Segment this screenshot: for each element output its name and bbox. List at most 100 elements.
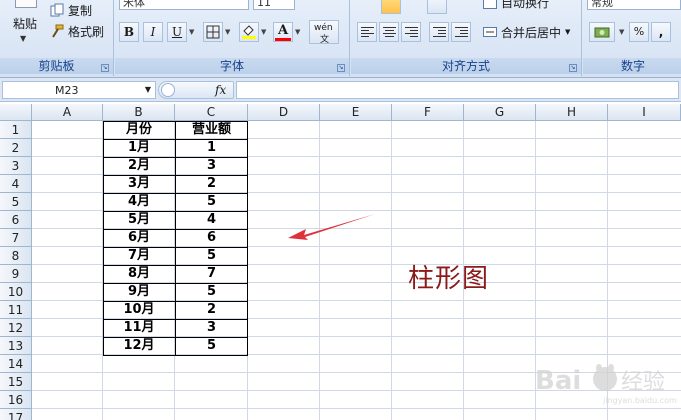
column-header-b[interactable]: B [103, 104, 175, 121]
orientation-button[interactable] [427, 0, 447, 14]
table-header-cell[interactable]: 营业额 [175, 121, 248, 139]
row-header-12[interactable]: 12 [0, 319, 32, 337]
column-header-i[interactable]: I [608, 104, 681, 121]
column-header-d[interactable]: D [248, 104, 320, 121]
table-cell[interactable]: 9月 [103, 283, 175, 301]
column-header-g[interactable]: G [464, 104, 536, 121]
font-dialog-launcher-icon[interactable]: ↘ [337, 64, 345, 72]
table-cell[interactable]: 4 [175, 211, 248, 229]
clipboard-group: 粘贴 ▼ 复制 格式刷 剪贴板 ↘ [0, 0, 114, 76]
table-cell[interactable]: 5 [175, 247, 248, 265]
table-cell[interactable]: 8月 [103, 265, 175, 283]
table-cell[interactable]: 3月 [103, 175, 175, 193]
font-color-button[interactable]: A [273, 22, 293, 42]
select-all-corner[interactable] [0, 104, 32, 121]
table-cell[interactable]: 1月 [103, 139, 175, 157]
insert-function-button[interactable]: fx [215, 83, 226, 97]
table-cell[interactable]: 12月 [103, 337, 175, 355]
wrap-text-button[interactable]: 自动换行 [483, 0, 549, 11]
table-cell[interactable]: 3 [175, 319, 248, 337]
borders-button[interactable] [203, 22, 223, 42]
decrease-indent-button[interactable] [429, 22, 449, 42]
increase-indent-icon [455, 27, 468, 39]
name-box[interactable]: M23 ▼ [2, 81, 156, 99]
chevron-down-icon: ▼ [20, 34, 27, 43]
align-center-button[interactable] [379, 22, 399, 42]
currency-button[interactable] [589, 22, 615, 42]
italic-button[interactable]: I [143, 22, 163, 42]
table-header-cell[interactable]: 月份 [103, 121, 175, 139]
align-right-button[interactable] [401, 22, 421, 42]
row-header-9[interactable]: 9 [0, 265, 32, 283]
table-cell[interactable]: 5 [175, 193, 248, 211]
row-header-6[interactable]: 6 [0, 211, 32, 229]
fill-color-button[interactable] [239, 22, 259, 42]
column-header-h[interactable]: H [536, 104, 608, 121]
top-align-button[interactable] [381, 0, 401, 14]
brush-icon [52, 24, 64, 38]
copy-button[interactable]: 复制 [50, 1, 92, 19]
wrap-text-icon [483, 0, 497, 9]
align-left-button[interactable] [357, 22, 377, 42]
table-cell[interactable]: 2 [175, 175, 248, 193]
table-cell[interactable]: 6 [175, 229, 248, 247]
bold-button[interactable]: B [119, 22, 139, 42]
phonetic-button[interactable]: wén 文 [309, 20, 339, 45]
column-header-c[interactable]: C [175, 104, 248, 121]
table-cell[interactable]: 11月 [103, 319, 175, 337]
row-header-15[interactable]: 15 [0, 373, 32, 391]
table-cell[interactable]: 4月 [103, 193, 175, 211]
row-header-4[interactable]: 4 [0, 175, 32, 193]
format-painter-button[interactable]: 格式刷 [50, 22, 104, 40]
borders-dropdown-icon[interactable]: ▼ [225, 28, 230, 36]
underline-button[interactable]: U [167, 22, 187, 42]
column-header-a[interactable]: A [32, 104, 103, 121]
font-name-combo[interactable]: 宋体 [119, 0, 249, 10]
font-color-dropdown-icon[interactable]: ▼ [295, 28, 300, 36]
row-header-13[interactable]: 13 [0, 337, 32, 355]
table-cell[interactable]: 5月 [103, 211, 175, 229]
row-header-8[interactable]: 8 [0, 247, 32, 265]
underline-dropdown-icon[interactable]: ▼ [189, 28, 194, 36]
row-header-14[interactable]: 14 [0, 355, 32, 373]
table-cell[interactable]: 7月 [103, 247, 175, 265]
dialog-launcher-icon[interactable]: ↘ [101, 64, 109, 72]
row-header-7[interactable]: 7 [0, 229, 32, 247]
row-header-10[interactable]: 10 [0, 283, 32, 301]
row-header-1[interactable]: 1 [0, 121, 32, 139]
column-header-f[interactable]: F [392, 104, 464, 121]
row-header-2[interactable]: 2 [0, 139, 32, 157]
paste-button[interactable]: 粘贴 ▼ [6, 0, 44, 52]
font-size-combo[interactable]: 11 [253, 0, 295, 10]
comma-button[interactable]: , [651, 22, 671, 42]
align-center-icon [383, 27, 396, 39]
row-header-11[interactable]: 11 [0, 301, 32, 319]
table-cell[interactable]: 6月 [103, 229, 175, 247]
expand-circle-icon[interactable] [161, 83, 175, 97]
merge-center-button[interactable]: 合并后居中 ▼ [483, 23, 570, 41]
table-cell[interactable]: 5 [175, 283, 248, 301]
row-header-16[interactable]: 16 [0, 391, 32, 409]
table-cell[interactable]: 5 [175, 337, 248, 355]
row-header-3[interactable]: 3 [0, 157, 32, 175]
table-cell[interactable]: 2 [175, 301, 248, 319]
table-cell[interactable]: 7 [175, 265, 248, 283]
row-header-17[interactable]: 17 [0, 409, 32, 420]
row-header-5[interactable]: 5 [0, 193, 32, 211]
table-cell[interactable]: 1 [175, 139, 248, 157]
percent-button[interactable]: % [629, 22, 649, 42]
font-name-value: 宋体 [123, 0, 145, 9]
table-cell[interactable]: 10月 [103, 301, 175, 319]
alignment-dialog-launcher-icon[interactable]: ↘ [569, 64, 577, 72]
table-cell[interactable]: 3 [175, 157, 248, 175]
name-box-value: M23 [55, 84, 79, 97]
formula-input[interactable] [236, 81, 679, 99]
fill-color-dropdown-icon[interactable]: ▼ [261, 28, 266, 36]
number-format-combo[interactable]: 常规 [587, 0, 681, 10]
column-header-e[interactable]: E [320, 104, 392, 121]
merge-dropdown-icon[interactable]: ▼ [565, 28, 570, 36]
chevron-down-icon[interactable]: ▼ [145, 85, 151, 94]
increase-indent-button[interactable] [451, 22, 471, 42]
currency-dropdown-icon[interactable]: ▼ [619, 28, 624, 36]
table-cell[interactable]: 2月 [103, 157, 175, 175]
